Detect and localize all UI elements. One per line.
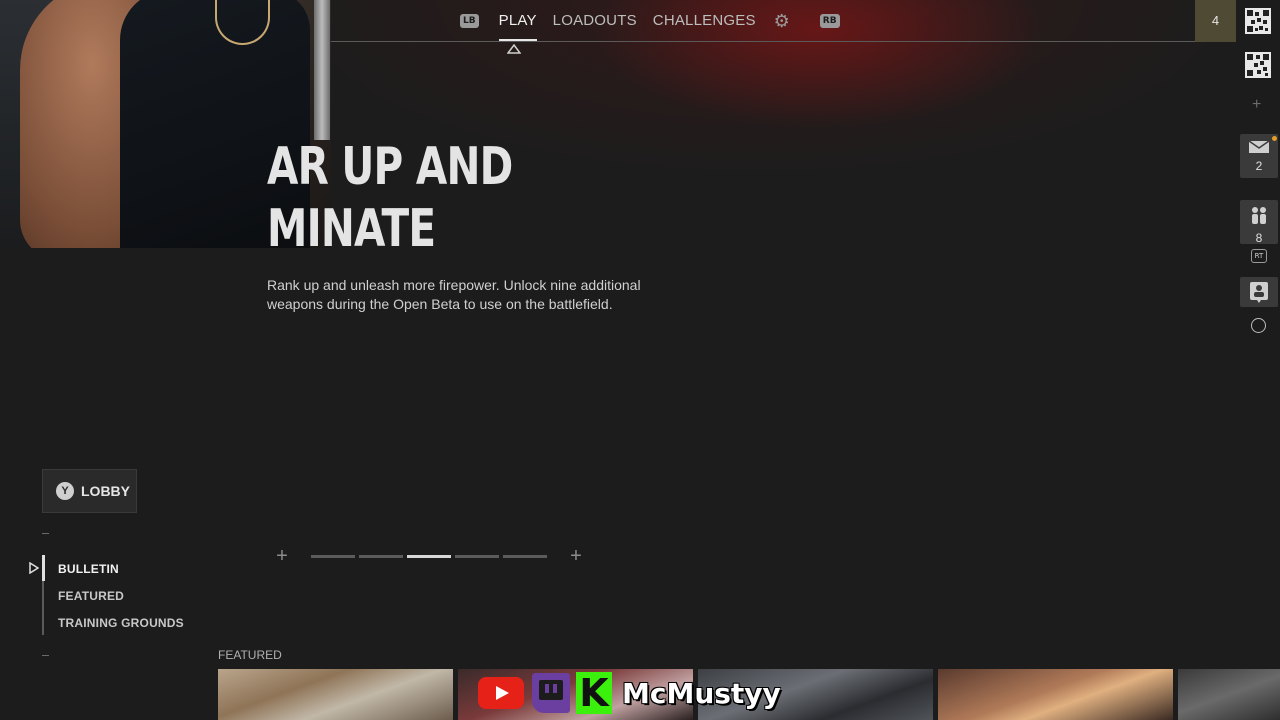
carousel-dot[interactable] (359, 554, 403, 558)
carousel-dot[interactable] (455, 554, 499, 558)
lb-bumper-icon[interactable]: LB (460, 14, 479, 28)
youtube-icon (478, 677, 524, 709)
tab-play[interactable]: PLAY (498, 0, 537, 42)
kick-icon: K (576, 672, 612, 714)
notification-dot (1272, 136, 1277, 141)
rb-bumper-icon[interactable]: RB (819, 14, 840, 28)
streamer-handle: McMustyy (622, 676, 781, 710)
menu-item-training-grounds[interactable]: TRAINING GROUNDS (58, 616, 184, 630)
hero-title-line-1: AR UP AND (267, 137, 513, 197)
carousel-dot-active[interactable] (407, 554, 451, 558)
active-tab-indicator-icon (507, 44, 521, 54)
carousel-dot[interactable] (311, 554, 355, 558)
menu-item-bulletin[interactable]: BULLETIN (58, 562, 119, 576)
y-button-icon: Y (56, 482, 74, 500)
menu-divider-top (42, 533, 49, 534)
top-nav: LB PLAY LOADOUTS CHALLENGES ⚙ RB (460, 0, 840, 42)
social-button[interactable] (1240, 277, 1278, 307)
featured-card[interactable] (218, 669, 453, 720)
menu-track-active (42, 555, 45, 581)
carousel-pager: + + (273, 546, 585, 566)
menu-divider-bottom (42, 655, 49, 656)
carousel-next-icon[interactable]: + (567, 546, 585, 566)
squad-member-emblem-icon[interactable] (1245, 52, 1271, 78)
mail-button[interactable]: 2 (1240, 134, 1278, 178)
gear-icon[interactable]: ⚙ (774, 0, 790, 42)
lobby-label: LOBBY (81, 483, 130, 499)
featured-card[interactable] (1178, 669, 1280, 720)
hero-description: Rank up and unleash more firepower. Unlo… (267, 277, 641, 312)
menu-item-featured[interactable]: FEATURED (58, 589, 124, 603)
hero-title-line-2: MINATE (267, 199, 436, 259)
social-profile-icon (1250, 282, 1268, 303)
squad-icon (1252, 207, 1266, 224)
twitch-icon (532, 673, 570, 713)
player-level-badge[interactable]: 4 (1195, 0, 1236, 42)
streamer-overlay: K McMustyy (478, 672, 781, 714)
tab-challenges[interactable]: CHALLENGES (653, 0, 756, 42)
lobby-button[interactable]: Y LOBBY (42, 469, 137, 513)
player-emblem-icon[interactable] (1245, 8, 1271, 34)
add-squad-member-icon[interactable]: + (1252, 96, 1261, 114)
menu-selection-arrow-icon (29, 562, 39, 574)
webcam-pole (314, 0, 330, 140)
carousel-prev-icon[interactable]: + (273, 546, 291, 566)
view-button-icon[interactable] (1251, 318, 1266, 333)
featured-section-label: FEATURED (218, 648, 282, 662)
featured-card[interactable] (938, 669, 1173, 720)
squad-button[interactable]: 8 (1240, 200, 1278, 245)
rt-trigger-icon: RT (1251, 249, 1267, 263)
carousel-dot[interactable] (503, 554, 547, 558)
mail-count: 2 (1255, 159, 1263, 173)
mail-icon (1248, 140, 1270, 153)
hero-title: AR UP AND MINATE (267, 136, 595, 260)
tab-loadouts[interactable]: LOADOUTS (553, 0, 637, 42)
squad-count: 8 (1255, 231, 1263, 245)
